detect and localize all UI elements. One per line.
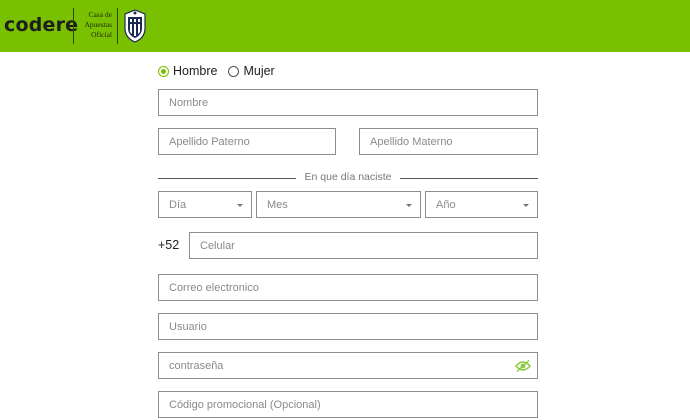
correo-input[interactable]: Correo electronico (158, 274, 538, 301)
tagline-line-1: Casa de (88, 10, 112, 19)
promo-code-input[interactable]: Código promocional (Opcional) (158, 391, 538, 418)
celular-placeholder: Celular (200, 239, 235, 252)
radio-mujer[interactable] (228, 65, 240, 77)
birth-divider: En que día naciste (158, 170, 538, 186)
password-input[interactable]: contraseña (158, 352, 538, 379)
logo-divider-2 (117, 8, 118, 44)
nombre-placeholder: Nombre (169, 96, 209, 109)
gender-radio-group: Hombre Mujer (158, 63, 286, 79)
dia-select[interactable]: Día (158, 191, 252, 218)
tagline-line-3: Oficial (91, 30, 112, 39)
anio-select[interactable]: Año (425, 191, 538, 218)
chevron-down-icon (523, 204, 529, 207)
celular-input[interactable]: Celular (189, 232, 538, 259)
header-bar: codere Casa de Apuestas Oficial (0, 0, 690, 52)
password-placeholder: contraseña (169, 359, 224, 372)
radio-hombre-label[interactable]: Hombre (173, 64, 217, 78)
usuario-placeholder: Usuario (169, 320, 207, 333)
anio-label: Año (436, 198, 456, 211)
apellido-materno-placeholder: Apellido Materno (370, 135, 453, 148)
codere-logo[interactable]: codere (4, 14, 78, 36)
radio-mujer-label[interactable]: Mujer (243, 64, 274, 78)
monterrey-crest-icon (124, 9, 146, 43)
apellido-materno-input[interactable]: Apellido Materno (359, 128, 538, 155)
chevron-down-icon (237, 204, 243, 207)
apellido-paterno-input[interactable]: Apellido Paterno (158, 128, 336, 155)
promo-placeholder: Código promocional (Opcional) (169, 398, 321, 411)
mes-label: Mes (267, 198, 288, 211)
phone-prefix: +52 (158, 238, 180, 252)
tagline-line-2: Apuestas (84, 20, 113, 29)
birth-divider-text: En que día naciste (304, 171, 392, 183)
dia-label: Día (169, 198, 187, 211)
correo-placeholder: Correo electronico (169, 281, 259, 294)
apellido-paterno-placeholder: Apellido Paterno (169, 135, 250, 148)
divider-line-right (400, 178, 538, 179)
chevron-down-icon (406, 204, 412, 207)
usuario-input[interactable]: Usuario (158, 313, 538, 340)
tagline: Casa de Apuestas Oficial (76, 10, 113, 40)
mes-select[interactable]: Mes (256, 191, 421, 218)
radio-hombre[interactable] (158, 65, 169, 77)
eye-slash-icon[interactable] (515, 359, 531, 373)
logo-divider (73, 8, 74, 44)
nombre-input[interactable]: Nombre (158, 89, 538, 116)
